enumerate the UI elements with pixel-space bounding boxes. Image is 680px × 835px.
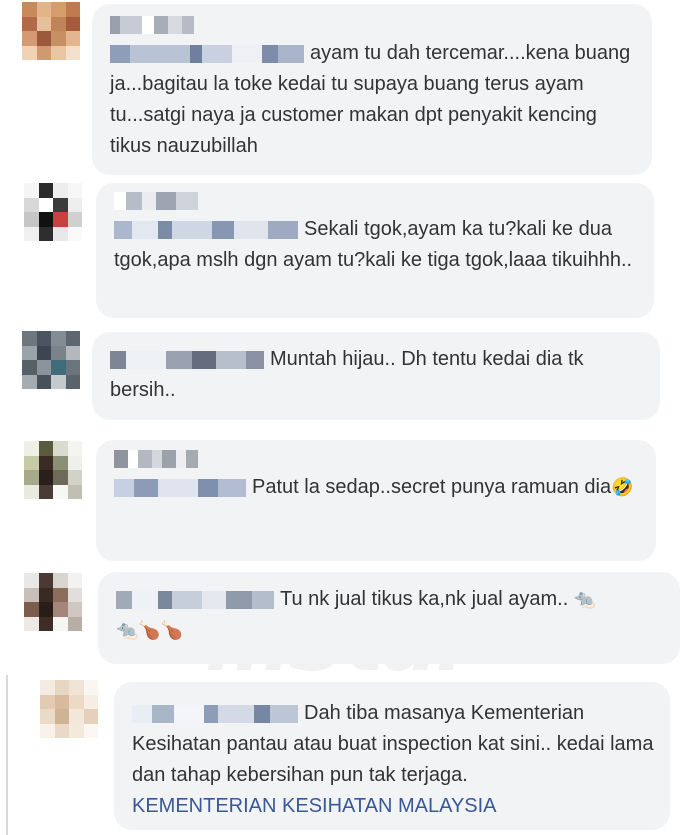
tagged-name-blur <box>110 44 304 63</box>
avatar[interactable] <box>22 331 80 389</box>
comment-bubble: Tu nk jual tikus ka,nk jual ayam.. 🐀 🐀🍗🍗 <box>98 572 680 664</box>
commenter-name-blur[interactable] <box>110 350 264 369</box>
comment-text-container: Patut la sedap..secret punya ramuan dia🤣 <box>114 472 642 503</box>
comment-text-container: Dah tiba masanya Kementerian Kesihatan p… <box>132 698 656 822</box>
comment-text: Tu nk jual tikus ka,nk jual ayam.. <box>280 588 569 610</box>
comment-text-container: Sekali tgok,ayam ka tu?kali ke dua tgok,… <box>114 214 640 276</box>
avatar[interactable] <box>40 680 98 738</box>
tagged-name-blur <box>114 478 246 497</box>
comment-text-container: Muntah hijau.. Dh tentu kedai dia tk ber… <box>110 344 646 406</box>
comment-bubble: Patut la sedap..secret punya ramuan dia🤣 <box>96 440 656 561</box>
comment-bubble: Muntah hijau.. Dh tentu kedai dia tk ber… <box>92 332 660 420</box>
page-mention-link[interactable]: KEMENTERIAN KESIHATAN MALAYSIA <box>132 795 497 817</box>
avatar[interactable] <box>24 573 82 631</box>
commenter-name[interactable] <box>110 16 638 34</box>
comment-bubble: Sekali tgok,ayam ka tu?kali ke dua tgok,… <box>96 183 654 318</box>
commenter-name-blur[interactable] <box>132 704 298 723</box>
rat-drumstick-emoji-icons: 🐀🍗🍗 <box>116 620 184 640</box>
avatar[interactable] <box>24 441 82 499</box>
avatar[interactable] <box>22 2 80 60</box>
comment-text: Patut la sedap..secret punya ramuan dia <box>252 476 612 498</box>
comment-bubble: ayam tu dah tercemar....kena buang ja...… <box>92 4 652 175</box>
comment-bubble: Dah tiba masanya Kementerian Kesihatan p… <box>114 682 670 830</box>
comment-text-container: ayam tu dah tercemar....kena buang ja...… <box>110 38 638 162</box>
avatar[interactable] <box>24 183 82 241</box>
commenter-name-blur[interactable] <box>116 590 274 609</box>
reply-thread-line <box>6 675 8 835</box>
rat-emoji-icon: 🐀 <box>573 589 597 609</box>
comment-text-container: Tu nk jual tikus ka,nk jual ayam.. 🐀 🐀🍗🍗 <box>116 584 666 646</box>
rofl-emoji-icon: 🤣 <box>611 477 634 497</box>
commenter-name[interactable] <box>114 192 640 210</box>
commenter-name[interactable] <box>114 450 642 468</box>
tagged-name-blur <box>114 220 298 239</box>
